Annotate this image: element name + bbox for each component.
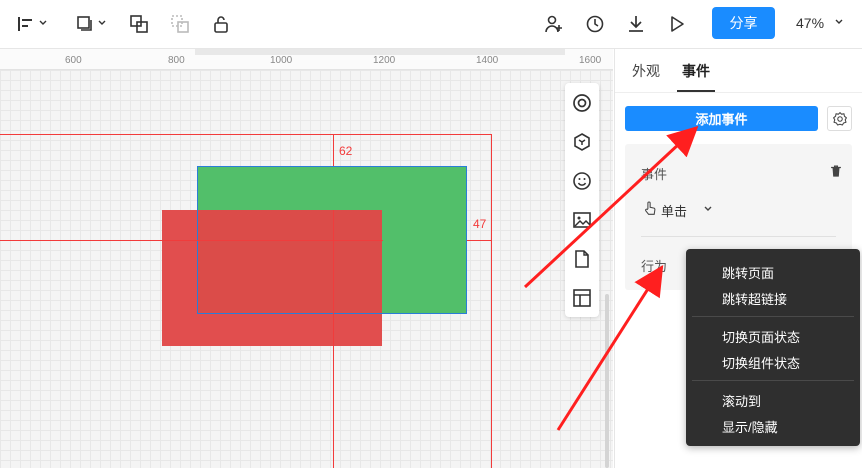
ungroup-icon[interactable]: [168, 12, 192, 36]
zoom-level[interactable]: 47%: [796, 15, 824, 31]
distance-label-right: 47: [473, 217, 487, 231]
tab-divider: [615, 92, 862, 93]
artboard-right-edge: [491, 134, 492, 468]
delete-trash-icon[interactable]: [829, 164, 843, 178]
menu-item-switch-component-state[interactable]: 切换组件状态: [722, 353, 800, 372]
component-toolbar: [565, 83, 599, 317]
play-preview-icon[interactable]: [665, 12, 689, 36]
chevron-down-icon[interactable]: [703, 204, 713, 214]
trigger-select[interactable]: 单击: [661, 201, 687, 220]
menu-item-jump-page[interactable]: 跳转页面: [722, 263, 774, 282]
horizontal-guide-over-shape: [0, 240, 383, 241]
target-icon[interactable]: [572, 93, 592, 113]
card-divider: [641, 236, 836, 237]
menu-item-switch-page-state[interactable]: 切换页面状态: [722, 327, 800, 346]
top-toolbar: 分享 47%: [0, 0, 862, 49]
add-event-button[interactable]: 添加事件: [625, 106, 818, 131]
menu-item-show-hide[interactable]: 显示/隐藏: [722, 417, 778, 436]
chevron-down-icon[interactable]: [97, 18, 107, 28]
ruler-tick: 1600: [579, 55, 602, 66]
ruler-tick: 1400: [476, 55, 499, 66]
download-icon[interactable]: [624, 12, 648, 36]
align-icon[interactable]: [14, 12, 38, 36]
event-title: 事件: [641, 167, 668, 182]
tab-events[interactable]: 事件: [682, 61, 710, 81]
gear-icon: [832, 111, 847, 126]
tab-appearance[interactable]: 外观: [632, 61, 660, 81]
vertical-guide-over-shape: [333, 210, 334, 346]
ruler-tick: 600: [65, 55, 82, 66]
ruler-tick: 800: [168, 55, 185, 66]
share-button[interactable]: 分享: [712, 7, 775, 39]
group-icon[interactable]: [127, 12, 151, 36]
component-hexagon-icon[interactable]: [572, 132, 592, 152]
arrange-icon[interactable]: [73, 12, 97, 36]
horizontal-ruler: 600 800 1000 1200 1400 1600: [0, 49, 613, 70]
event-settings-button[interactable]: [827, 106, 852, 131]
chevron-down-icon[interactable]: [38, 18, 48, 28]
page-icon[interactable]: [572, 249, 592, 269]
unlock-icon[interactable]: [209, 12, 233, 36]
ruler-tick: 1000: [270, 55, 293, 66]
design-canvas[interactable]: 600 800 1000 1200 1400 1600 62 47: [0, 49, 613, 468]
chevron-down-icon[interactable]: [834, 17, 844, 27]
menu-item-jump-link[interactable]: 跳转超链接: [722, 289, 787, 308]
action-dropdown-menu: 跳转页面 跳转超链接 切换页面状态 切换组件状态 滚动到 显示/隐藏: [686, 249, 860, 446]
menu-divider: [692, 380, 854, 381]
artboard-top-edge: [0, 134, 492, 135]
menu-item-scroll-to[interactable]: 滚动到: [722, 391, 761, 410]
menu-divider: [692, 316, 854, 317]
selection-outline: [197, 210, 383, 314]
history-icon[interactable]: [583, 12, 607, 36]
action-label: 行为: [641, 259, 668, 274]
distance-label-top: 62: [339, 144, 353, 158]
canvas-scrollbar[interactable]: [605, 294, 609, 468]
add-user-icon[interactable]: [542, 12, 566, 36]
layout-template-icon[interactable]: [572, 288, 592, 308]
pointer-hand-icon: [645, 201, 656, 215]
image-icon[interactable]: [572, 210, 592, 230]
ruler-tick: 1200: [373, 55, 396, 66]
smiley-icon[interactable]: [572, 171, 592, 191]
